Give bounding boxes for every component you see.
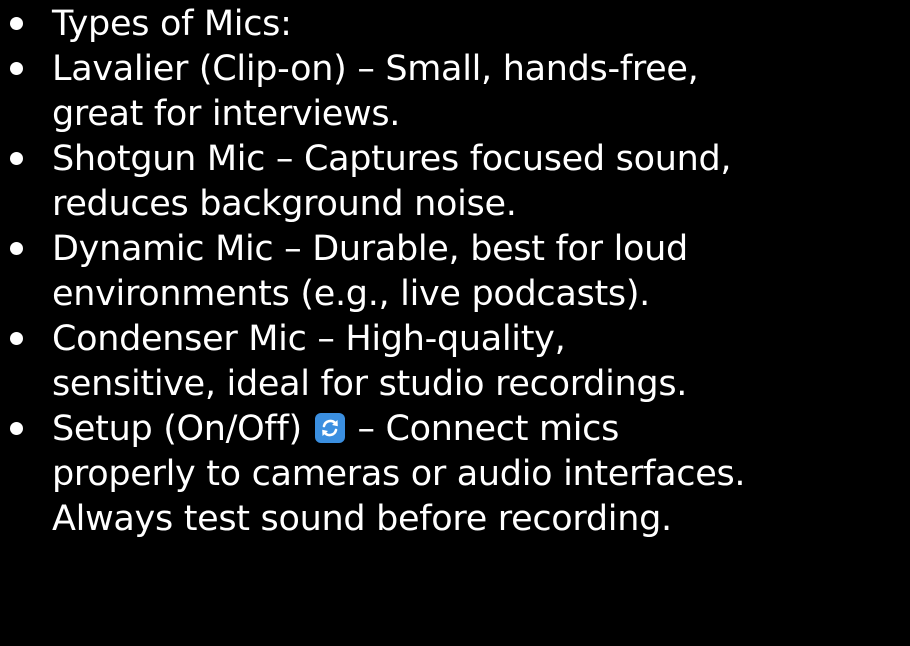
bullet-condenser: Condenser Mic – High-quality, sensitive,… <box>0 317 910 407</box>
bullet-dot <box>10 242 23 255</box>
bullet-line: great for interviews. <box>52 94 401 134</box>
refresh-icon <box>314 413 345 443</box>
bullet-dot <box>10 332 23 345</box>
bullet-line: Shotgun Mic – Captures focused sound, <box>52 139 732 179</box>
slide: Types of Mics: Lavalier (Clip-on) – Smal… <box>0 0 910 646</box>
bullet-line: Always test sound before recording. <box>52 499 672 539</box>
bullet-shotgun: Shotgun Mic – Captures focused sound, re… <box>0 137 910 227</box>
bullet-lavalier: Lavalier (Clip-on) – Small, hands-free, … <box>0 47 910 137</box>
bullet-setup: Setup (On/Off) – Connect mics properly t… <box>0 407 910 542</box>
bullet-line: Condenser Mic – High-quality, <box>52 319 566 359</box>
bullet-line: Dynamic Mic – Durable, best for loud <box>52 229 688 269</box>
bullet-line: environments (e.g., live podcasts). <box>52 274 651 314</box>
bullet-dot <box>10 17 23 30</box>
bullet-dot <box>10 62 23 75</box>
bullet-line: Types of Mics: <box>52 4 292 44</box>
bullet-line: Setup (On/Off) – Connect mics <box>52 407 910 452</box>
bullet-list: Types of Mics: Lavalier (Clip-on) – Smal… <box>0 2 910 542</box>
bullet-line: reduces background noise. <box>52 184 517 224</box>
bullet-types-of-mics: Types of Mics: <box>0 2 910 47</box>
bullet-dynamic: Dynamic Mic – Durable, best for loud env… <box>0 227 910 317</box>
bullet-dot <box>10 422 23 435</box>
setup-description: – Connect mics <box>346 409 620 449</box>
bullet-line: properly to cameras or audio interfaces. <box>52 454 746 494</box>
bullet-dot <box>10 152 23 165</box>
bullet-line: sensitive, ideal for studio recordings. <box>52 364 688 404</box>
setup-label: Setup (On/Off) <box>52 409 302 449</box>
bullet-line: Lavalier (Clip-on) – Small, hands-free, <box>52 49 699 89</box>
